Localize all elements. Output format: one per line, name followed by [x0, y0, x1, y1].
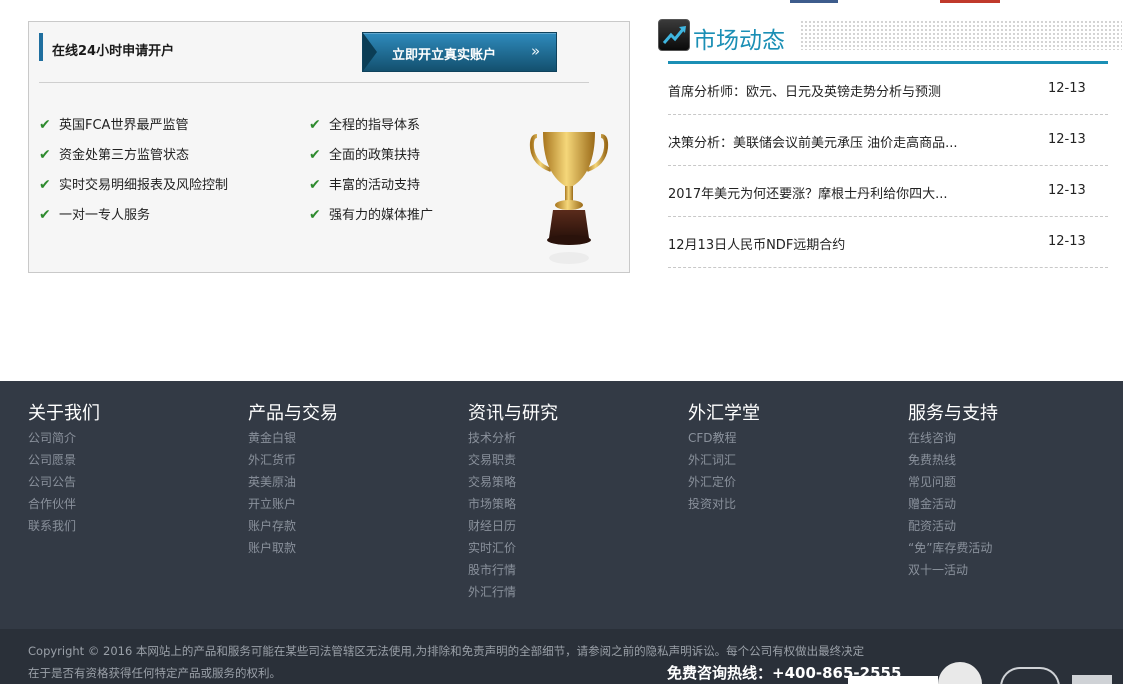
footer-link[interactable]: 在线咨询 — [908, 427, 998, 449]
footer-link[interactable]: 开立账户 — [248, 493, 338, 515]
footer-link[interactable]: 财经日历 — [468, 515, 558, 537]
footer-heading: 外汇学堂 — [688, 403, 760, 424]
feature-item: ✔ 英国FCA世界最严监管 — [39, 117, 189, 133]
footer-link[interactable]: 黄金白银 — [248, 427, 338, 449]
footer-link[interactable]: 交易职责 — [468, 449, 558, 471]
footer-link[interactable]: 配资活动 — [908, 515, 998, 537]
check-icon: ✔ — [39, 207, 51, 223]
footer-link[interactable]: 合作伙伴 — [28, 493, 100, 515]
news-date: 12-13 — [1048, 234, 1086, 249]
open-account-panel: 在线24小时申请开户 立即开立真实账户 » ✔ 英国FCA世界最严监管 ✔ 资金处第… — [28, 21, 630, 273]
footer-link[interactable]: 免费热线 — [908, 449, 998, 471]
partner-logo — [1072, 675, 1112, 684]
news-date: 12-13 — [1048, 183, 1086, 198]
footer-link[interactable]: 实时汇价 — [468, 537, 558, 559]
partner-logo — [938, 662, 982, 684]
footer-link[interactable]: 账户存款 — [248, 515, 338, 537]
footer-link[interactable]: 公司简介 — [28, 427, 100, 449]
feature-item: ✔ 实时交易明细报表及风险控制 — [39, 177, 229, 193]
footer-heading: 产品与交易 — [248, 403, 338, 424]
footer-link[interactable]: CFD教程 — [688, 427, 760, 449]
panel-title: 在线24小时申请开户 — [52, 44, 175, 59]
market-news-title: 市场动态 — [693, 28, 785, 54]
check-icon: ✔ — [309, 177, 321, 193]
footer-link[interactable]: 外汇词汇 — [688, 449, 760, 471]
copyright-text: 在于是否有资格获得任何特定产品或服务的权利。 — [28, 666, 281, 680]
footer-link[interactable]: 双十一活动 — [908, 559, 998, 581]
footer-link[interactable]: 常见问题 — [908, 471, 998, 493]
check-icon: ✔ — [39, 177, 51, 193]
footer-link[interactable]: 外汇行情 — [468, 581, 558, 603]
site-footer: 关于我们 公司简介 公司愿景 公司公告 合作伙伴 联系我们 产品与交易 黄金白银… — [0, 381, 1123, 629]
check-icon: ✔ — [39, 117, 51, 133]
footer-heading: 服务与支持 — [908, 403, 998, 424]
footer-heading: 资讯与研究 — [468, 403, 558, 424]
footer-link[interactable]: 公司愿景 — [28, 449, 100, 471]
top-strip — [790, 0, 1123, 3]
button-notch — [363, 33, 377, 71]
footer-link[interactable]: 交易策略 — [468, 471, 558, 493]
feature-item: ✔ 丰富的活动支持 — [309, 177, 421, 193]
copyright-text: Copyright © 2016 本网站上的产品和服务可能在某些司法管辖区无法使… — [28, 644, 865, 658]
partner-logo — [1000, 667, 1060, 684]
footer-link[interactable]: 公司公告 — [28, 471, 100, 493]
trend-chart-icon — [658, 19, 690, 51]
floating-tab-edge[interactable] — [848, 676, 938, 684]
footer-link[interactable]: 股市行情 — [468, 559, 558, 581]
news-title[interactable]: 首席分析师：欧元、日元及英镑走势分析与预测 — [668, 81, 941, 100]
footer-link[interactable]: 账户取款 — [248, 537, 338, 559]
news-item[interactable]: 12月13日人民币NDF远期合约 12-13 — [668, 217, 1108, 268]
feature-item: ✔ 全面的政策扶持 — [309, 147, 421, 163]
news-title[interactable]: 决策分析：美联储会议前美元承压 油价走高商品... — [668, 132, 958, 151]
footer-column-research: 资讯与研究 技术分析 交易职责 交易策略 市场策略 财经日历 实时汇价 股市行情… — [468, 399, 558, 603]
news-date: 12-13 — [1048, 81, 1086, 96]
feature-item: ✔ 资金处第三方监管状态 — [39, 147, 190, 163]
open-real-account-button[interactable]: 立即开立真实账户 » — [362, 32, 557, 72]
copyright-bar: Copyright © 2016 本网站上的产品和服务可能在某些司法管辖区无法使… — [0, 629, 1123, 684]
open-real-account-label: 立即开立真实账户 — [392, 48, 497, 63]
footer-link[interactable]: 投资对比 — [688, 493, 760, 515]
footer-link[interactable]: 外汇定价 — [688, 471, 760, 493]
news-title[interactable]: 12月13日人民币NDF远期合约 — [668, 234, 845, 253]
footer-link[interactable]: 英美原油 — [248, 471, 338, 493]
footer-link[interactable]: 赠金活动 — [908, 493, 998, 515]
footer-link[interactable]: 外汇货币 — [248, 449, 338, 471]
feature-item: ✔ 一对一专人服务 — [39, 207, 151, 223]
footer-link[interactable]: “免”库存费活动 — [908, 537, 998, 559]
check-icon: ✔ — [309, 117, 321, 133]
footer-heading: 关于我们 — [28, 403, 100, 424]
footer-column-about: 关于我们 公司简介 公司愿景 公司公告 合作伙伴 联系我们 — [28, 399, 100, 537]
footer-column-support: 服务与支持 在线咨询 免费热线 常见问题 赠金活动 配资活动 “免”库存费活动 … — [908, 399, 998, 581]
check-icon: ✔ — [39, 147, 51, 163]
footer-link[interactable]: 市场策略 — [468, 493, 558, 515]
footer-column-academy: 外汇学堂 CFD教程 外汇词汇 外汇定价 投资对比 — [688, 399, 760, 515]
trophy-icon — [529, 132, 609, 264]
top-nav-fragment — [940, 0, 1000, 3]
news-date: 12-13 — [1048, 132, 1086, 147]
check-icon: ✔ — [309, 147, 321, 163]
feature-item: ✔ 全程的指导体系 — [309, 117, 421, 133]
footer-link[interactable]: 联系我们 — [28, 515, 100, 537]
feature-item: ✔ 强有力的媒体推广 — [309, 207, 434, 223]
check-icon: ✔ — [309, 207, 321, 223]
footer-link[interactable]: 技术分析 — [468, 427, 558, 449]
news-item[interactable]: 决策分析：美联储会议前美元承压 油价走高商品... 12-13 — [668, 115, 1108, 166]
title-accent-bar — [39, 33, 43, 61]
title-dotted-pattern — [800, 20, 1122, 50]
footer-column-products: 产品与交易 黄金白银 外汇货币 英美原油 开立账户 账户存款 账户取款 — [248, 399, 338, 559]
chevron-right-icon: » — [531, 42, 541, 60]
news-item[interactable]: 首席分析师：欧元、日元及英镑走势分析与预测 12-13 — [668, 64, 1108, 115]
news-title[interactable]: 2017年美元为何还要涨？摩根士丹利给你四大... — [668, 183, 947, 202]
panel-divider — [39, 82, 589, 83]
news-item[interactable]: 2017年美元为何还要涨？摩根士丹利给你四大... 12-13 — [668, 166, 1108, 217]
top-nav-fragment — [790, 0, 838, 3]
